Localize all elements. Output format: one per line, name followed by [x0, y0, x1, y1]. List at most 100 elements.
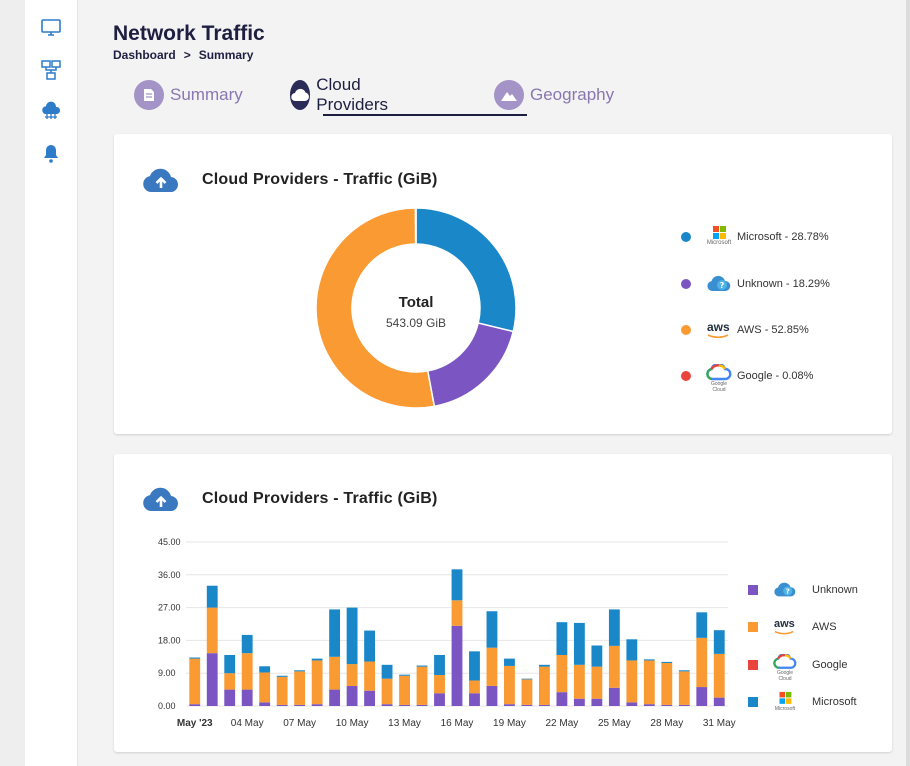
- bar-segment-unknown[interactable]: [381, 704, 393, 706]
- legend-item-aws[interactable]: aws AWS: [748, 616, 837, 638]
- legend-item-aws[interactable]: aws AWS - 52.85%: [681, 318, 809, 342]
- bar-segment-microsoft[interactable]: [416, 665, 428, 667]
- bar-segment-aws[interactable]: [364, 661, 376, 691]
- tab-geography[interactable]: Geography: [494, 75, 614, 115]
- bar-segment-aws[interactable]: [521, 679, 533, 705]
- monitor-icon[interactable]: [39, 16, 63, 40]
- bar-segment-aws[interactable]: [486, 647, 498, 686]
- donut-slice-microsoft[interactable]: [415, 207, 517, 333]
- bar-segment-aws[interactable]: [294, 671, 306, 705]
- bar-segment-unknown[interactable]: [224, 689, 236, 706]
- bar-segment-aws[interactable]: [329, 656, 341, 690]
- bar-segment-microsoft[interactable]: [538, 664, 550, 667]
- breadcrumb-dashboard-link[interactable]: Dashboard: [113, 48, 176, 62]
- bar-segment-microsoft[interactable]: [206, 585, 218, 608]
- bar-segment-aws[interactable]: [399, 675, 410, 705]
- bar-segment-microsoft[interactable]: [504, 658, 515, 666]
- bar-segment-aws[interactable]: [259, 672, 271, 703]
- bar-segment-aws[interactable]: [713, 653, 725, 698]
- bar-segment-aws[interactable]: [643, 660, 655, 705]
- bar-segment-unknown[interactable]: [276, 704, 288, 706]
- bar-segment-microsoft[interactable]: [294, 670, 306, 672]
- bar-segment-microsoft[interactable]: [311, 658, 323, 661]
- bar-segment-aws[interactable]: [416, 666, 428, 705]
- scrollbar[interactable]: [906, 0, 910, 766]
- bar-segment-aws[interactable]: [538, 666, 550, 705]
- bell-icon[interactable]: [39, 142, 63, 166]
- bar-segment-microsoft[interactable]: [486, 611, 498, 648]
- bar-segment-aws[interactable]: [206, 607, 218, 654]
- bar-segment-unknown[interactable]: [416, 704, 428, 706]
- bar-segment-unknown[interactable]: [189, 704, 201, 706]
- donut-slice-google[interactable]: [414, 207, 417, 245]
- bar-segment-unknown[interactable]: [451, 625, 463, 706]
- bar-segment-aws[interactable]: [504, 665, 515, 705]
- bar-segment-aws[interactable]: [434, 675, 445, 694]
- bar-segment-unknown[interactable]: [573, 698, 585, 706]
- bar-segment-unknown[interactable]: [399, 704, 410, 706]
- bar-segment-aws[interactable]: [311, 660, 323, 705]
- bar-segment-unknown[interactable]: [661, 704, 673, 706]
- bar-segment-unknown[interactable]: [713, 697, 725, 706]
- bar-segment-microsoft[interactable]: [276, 675, 288, 677]
- bar-segment-aws[interactable]: [573, 664, 585, 699]
- legend-item-microsoft[interactable]: Microsoft Microsoft: [748, 691, 857, 713]
- bar-segment-unknown[interactable]: [538, 704, 550, 706]
- bar-segment-aws[interactable]: [189, 658, 201, 705]
- bar-segment-aws[interactable]: [661, 662, 673, 705]
- bar-segment-unknown[interactable]: [469, 693, 480, 706]
- donut-slice-unknown[interactable]: [426, 322, 515, 408]
- bar-segment-aws[interactable]: [224, 673, 236, 690]
- bar-segment-unknown[interactable]: [608, 687, 620, 706]
- bar-segment-aws[interactable]: [626, 660, 638, 703]
- bar-segment-aws[interactable]: [556, 654, 568, 693]
- bar-segment-aws[interactable]: [696, 637, 708, 688]
- bar-segment-unknown[interactable]: [591, 698, 603, 706]
- bar-segment-aws[interactable]: [346, 664, 358, 686]
- bar-segment-microsoft[interactable]: [643, 659, 655, 661]
- bar-segment-unknown[interactable]: [434, 693, 445, 706]
- bar-segment-microsoft[interactable]: [329, 609, 341, 657]
- bar-segment-microsoft[interactable]: [189, 657, 201, 659]
- bar-segment-microsoft[interactable]: [241, 634, 253, 654]
- bar-segment-aws[interactable]: [678, 671, 690, 705]
- bar-segment-microsoft[interactable]: [399, 674, 410, 676]
- bar-segment-microsoft[interactable]: [626, 639, 638, 661]
- bar-segment-microsoft[interactable]: [469, 651, 480, 681]
- bar-segment-unknown[interactable]: [696, 687, 708, 706]
- bar-segment-unknown[interactable]: [626, 702, 638, 706]
- bar-segment-unknown[interactable]: [486, 685, 498, 706]
- bar-segment-microsoft[interactable]: [661, 661, 673, 663]
- bar-segment-microsoft[interactable]: [521, 678, 533, 680]
- bar-segment-aws[interactable]: [608, 645, 620, 688]
- bar-segment-microsoft[interactable]: [678, 670, 690, 672]
- bar-segment-unknown[interactable]: [364, 690, 376, 706]
- legend-item-unknown[interactable]: ? Unknown: [748, 579, 858, 601]
- bar-segment-unknown[interactable]: [504, 704, 515, 706]
- bar-segment-unknown[interactable]: [294, 704, 306, 706]
- bar-segment-unknown[interactable]: [259, 702, 271, 706]
- bar-segment-microsoft[interactable]: [591, 645, 603, 667]
- bar-segment-microsoft[interactable]: [556, 622, 568, 655]
- bar-segment-unknown[interactable]: [329, 689, 341, 706]
- bar-segment-microsoft[interactable]: [381, 664, 393, 679]
- bar-segment-unknown[interactable]: [643, 704, 655, 706]
- bar-segment-microsoft[interactable]: [346, 607, 358, 665]
- bar-segment-unknown[interactable]: [556, 692, 568, 706]
- legend-item-google[interactable]: Google Cloud Google: [748, 652, 847, 682]
- bar-segment-unknown[interactable]: [346, 685, 358, 706]
- bar-segment-microsoft[interactable]: [696, 612, 708, 638]
- legend-item-microsoft[interactable]: Microsoft Microsoft - 28.78%: [681, 225, 829, 249]
- tab-cloud-providers[interactable]: Cloud Providers: [290, 75, 398, 115]
- bar-segment-aws[interactable]: [451, 600, 463, 626]
- bar-segment-unknown[interactable]: [678, 704, 690, 706]
- bar-segment-microsoft[interactable]: [451, 569, 463, 601]
- legend-item-unknown[interactable]: ? Unknown - 18.29%: [681, 272, 830, 296]
- bar-segment-unknown[interactable]: [241, 689, 253, 706]
- bar-segment-unknown[interactable]: [311, 704, 323, 706]
- bar-segment-aws[interactable]: [469, 680, 480, 694]
- bar-segment-aws[interactable]: [381, 678, 393, 705]
- bar-segment-microsoft[interactable]: [259, 666, 271, 673]
- bar-segment-unknown[interactable]: [206, 653, 218, 706]
- bar-segment-microsoft[interactable]: [713, 630, 725, 654]
